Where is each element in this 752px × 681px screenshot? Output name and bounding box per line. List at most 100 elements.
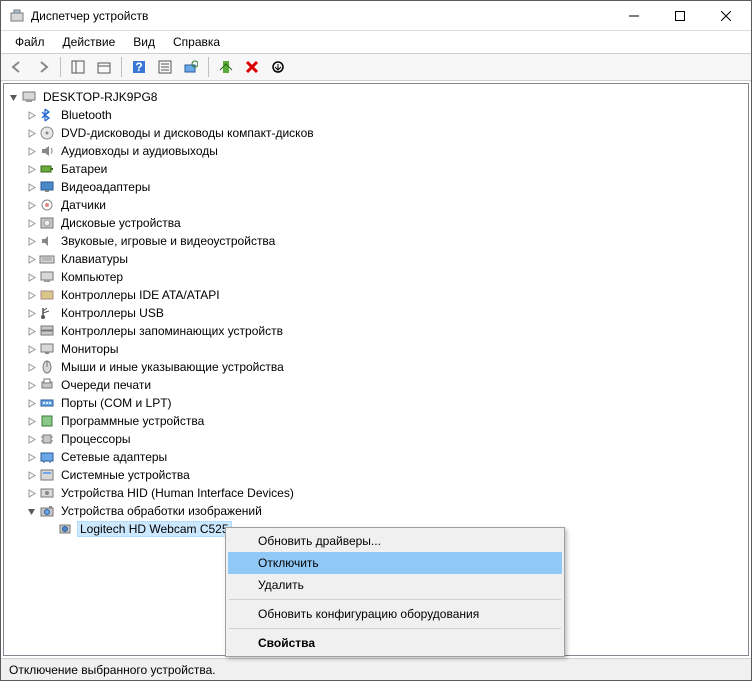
expander-icon[interactable] bbox=[24, 162, 39, 177]
context-item[interactable]: Свойства bbox=[228, 632, 562, 654]
tree-category[interactable]: Сетевые адаптеры bbox=[6, 448, 746, 466]
tree-category[interactable]: Видеоадаптеры bbox=[6, 178, 746, 196]
tree-category[interactable]: Батареи bbox=[6, 160, 746, 178]
dvd-icon bbox=[39, 125, 55, 141]
app-icon bbox=[9, 8, 25, 24]
tree-category[interactable]: Программные устройства bbox=[6, 412, 746, 430]
menu-help[interactable]: Справка bbox=[165, 33, 228, 51]
expander-icon[interactable] bbox=[24, 270, 39, 285]
tree-category[interactable]: Контроллеры USB bbox=[6, 304, 746, 322]
context-item[interactable]: Обновить конфигурацию оборудования bbox=[228, 603, 562, 625]
scan-button[interactable] bbox=[179, 55, 203, 79]
expander-icon[interactable] bbox=[24, 342, 39, 357]
category-label: Порты (COM и LPT) bbox=[59, 396, 174, 410]
tree-category[interactable]: Устройства обработки изображений bbox=[6, 502, 746, 520]
back-button[interactable] bbox=[5, 55, 29, 79]
category-label: DVD-дисководы и дисководы компакт-дисков bbox=[59, 126, 316, 140]
minimize-button[interactable] bbox=[611, 1, 657, 31]
tree-root[interactable]: DESKTOP-RJK9PG8 bbox=[6, 88, 746, 106]
forward-button[interactable] bbox=[31, 55, 55, 79]
category-label: Контроллеры USB bbox=[59, 306, 166, 320]
maximize-button[interactable] bbox=[657, 1, 703, 31]
category-label: Батареи bbox=[59, 162, 109, 176]
expander-icon[interactable] bbox=[24, 126, 39, 141]
category-label: Компьютер bbox=[59, 270, 125, 284]
tree-category[interactable]: Дисковые устройства bbox=[6, 214, 746, 232]
expander-icon[interactable] bbox=[24, 144, 39, 159]
storage-icon bbox=[39, 323, 55, 339]
category-label: Устройства HID (Human Interface Devices) bbox=[59, 486, 296, 500]
battery-icon bbox=[39, 161, 55, 177]
expander-icon[interactable] bbox=[24, 504, 39, 519]
expander-icon[interactable] bbox=[24, 216, 39, 231]
close-button[interactable] bbox=[703, 1, 749, 31]
category-label: Bluetooth bbox=[59, 108, 114, 122]
expander-icon[interactable] bbox=[24, 306, 39, 321]
tree-category[interactable]: Звуковые, игровые и видеоустройства bbox=[6, 232, 746, 250]
webcam-icon bbox=[57, 521, 73, 537]
tree-category[interactable]: DVD-дисководы и дисководы компакт-дисков bbox=[6, 124, 746, 142]
tree-category[interactable]: Контроллеры запоминающих устройств bbox=[6, 322, 746, 340]
display-icon bbox=[39, 179, 55, 195]
expander-icon[interactable] bbox=[24, 234, 39, 249]
statusbar: Отключение выбранного устройства. bbox=[1, 658, 751, 680]
tree-category[interactable]: Контроллеры IDE ATA/ATAPI bbox=[6, 286, 746, 304]
mouse-icon bbox=[39, 359, 55, 375]
enable-button[interactable] bbox=[214, 55, 238, 79]
tree-category[interactable]: Системные устройства bbox=[6, 466, 746, 484]
tree-category[interactable]: Клавиатуры bbox=[6, 250, 746, 268]
expander-icon[interactable] bbox=[24, 414, 39, 429]
expander-icon[interactable] bbox=[24, 396, 39, 411]
context-item[interactable]: Отключить bbox=[228, 552, 562, 574]
context-separator bbox=[229, 628, 561, 629]
tree-category[interactable]: Очереди печати bbox=[6, 376, 746, 394]
expander-icon[interactable] bbox=[24, 288, 39, 303]
window-title: Диспетчер устройств bbox=[31, 9, 611, 23]
details-button[interactable] bbox=[153, 55, 177, 79]
root-label: DESKTOP-RJK9PG8 bbox=[41, 90, 159, 104]
menu-file[interactable]: Файл bbox=[7, 33, 53, 51]
expander-icon[interactable] bbox=[24, 324, 39, 339]
tree-category[interactable]: Bluetooth bbox=[6, 106, 746, 124]
expander-icon[interactable] bbox=[24, 468, 39, 483]
status-text: Отключение выбранного устройства. bbox=[9, 663, 216, 677]
tree-category[interactable]: Процессоры bbox=[6, 430, 746, 448]
show-hide-tree-button[interactable] bbox=[66, 55, 90, 79]
expander-icon[interactable] bbox=[24, 180, 39, 195]
net-icon bbox=[39, 449, 55, 465]
category-label: Звуковые, игровые и видеоустройства bbox=[59, 234, 277, 248]
context-item[interactable]: Удалить bbox=[228, 574, 562, 596]
expander-icon[interactable] bbox=[24, 198, 39, 213]
uninstall-button[interactable] bbox=[240, 55, 264, 79]
tree-category[interactable]: Аудиовходы и аудиовыходы bbox=[6, 142, 746, 160]
tree-category[interactable]: Компьютер bbox=[6, 268, 746, 286]
toolbar: ? bbox=[1, 53, 751, 81]
titlebar: Диспетчер устройств bbox=[1, 1, 751, 31]
expander-icon[interactable] bbox=[24, 486, 39, 501]
imaging-icon bbox=[39, 503, 55, 519]
category-label: Сетевые адаптеры bbox=[59, 450, 169, 464]
tree-category[interactable]: Порты (COM и LPT) bbox=[6, 394, 746, 412]
expander-icon[interactable] bbox=[24, 252, 39, 267]
menu-view[interactable]: Вид bbox=[125, 33, 163, 51]
tree-category[interactable]: Датчики bbox=[6, 196, 746, 214]
disk-icon bbox=[39, 215, 55, 231]
menu-action[interactable]: Действие bbox=[55, 33, 124, 51]
help-button[interactable]: ? bbox=[127, 55, 151, 79]
context-menu: Обновить драйверы...ОтключитьУдалить Обно… bbox=[225, 527, 565, 657]
expander-icon[interactable] bbox=[24, 108, 39, 123]
tree-category[interactable]: Мониторы bbox=[6, 340, 746, 358]
expander-icon[interactable] bbox=[24, 360, 39, 375]
ide-icon bbox=[39, 287, 55, 303]
bt-icon bbox=[39, 107, 55, 123]
expander-icon[interactable] bbox=[6, 90, 21, 105]
expander-icon[interactable] bbox=[24, 432, 39, 447]
expander-icon[interactable] bbox=[24, 450, 39, 465]
tree-category[interactable]: Мыши и иные указывающие устройства bbox=[6, 358, 746, 376]
sound-icon bbox=[39, 233, 55, 249]
properties-button[interactable] bbox=[92, 55, 116, 79]
tree-category[interactable]: Устройства HID (Human Interface Devices) bbox=[6, 484, 746, 502]
context-item[interactable]: Обновить драйверы... bbox=[228, 530, 562, 552]
expander-icon[interactable] bbox=[24, 378, 39, 393]
disable-button[interactable] bbox=[266, 55, 290, 79]
